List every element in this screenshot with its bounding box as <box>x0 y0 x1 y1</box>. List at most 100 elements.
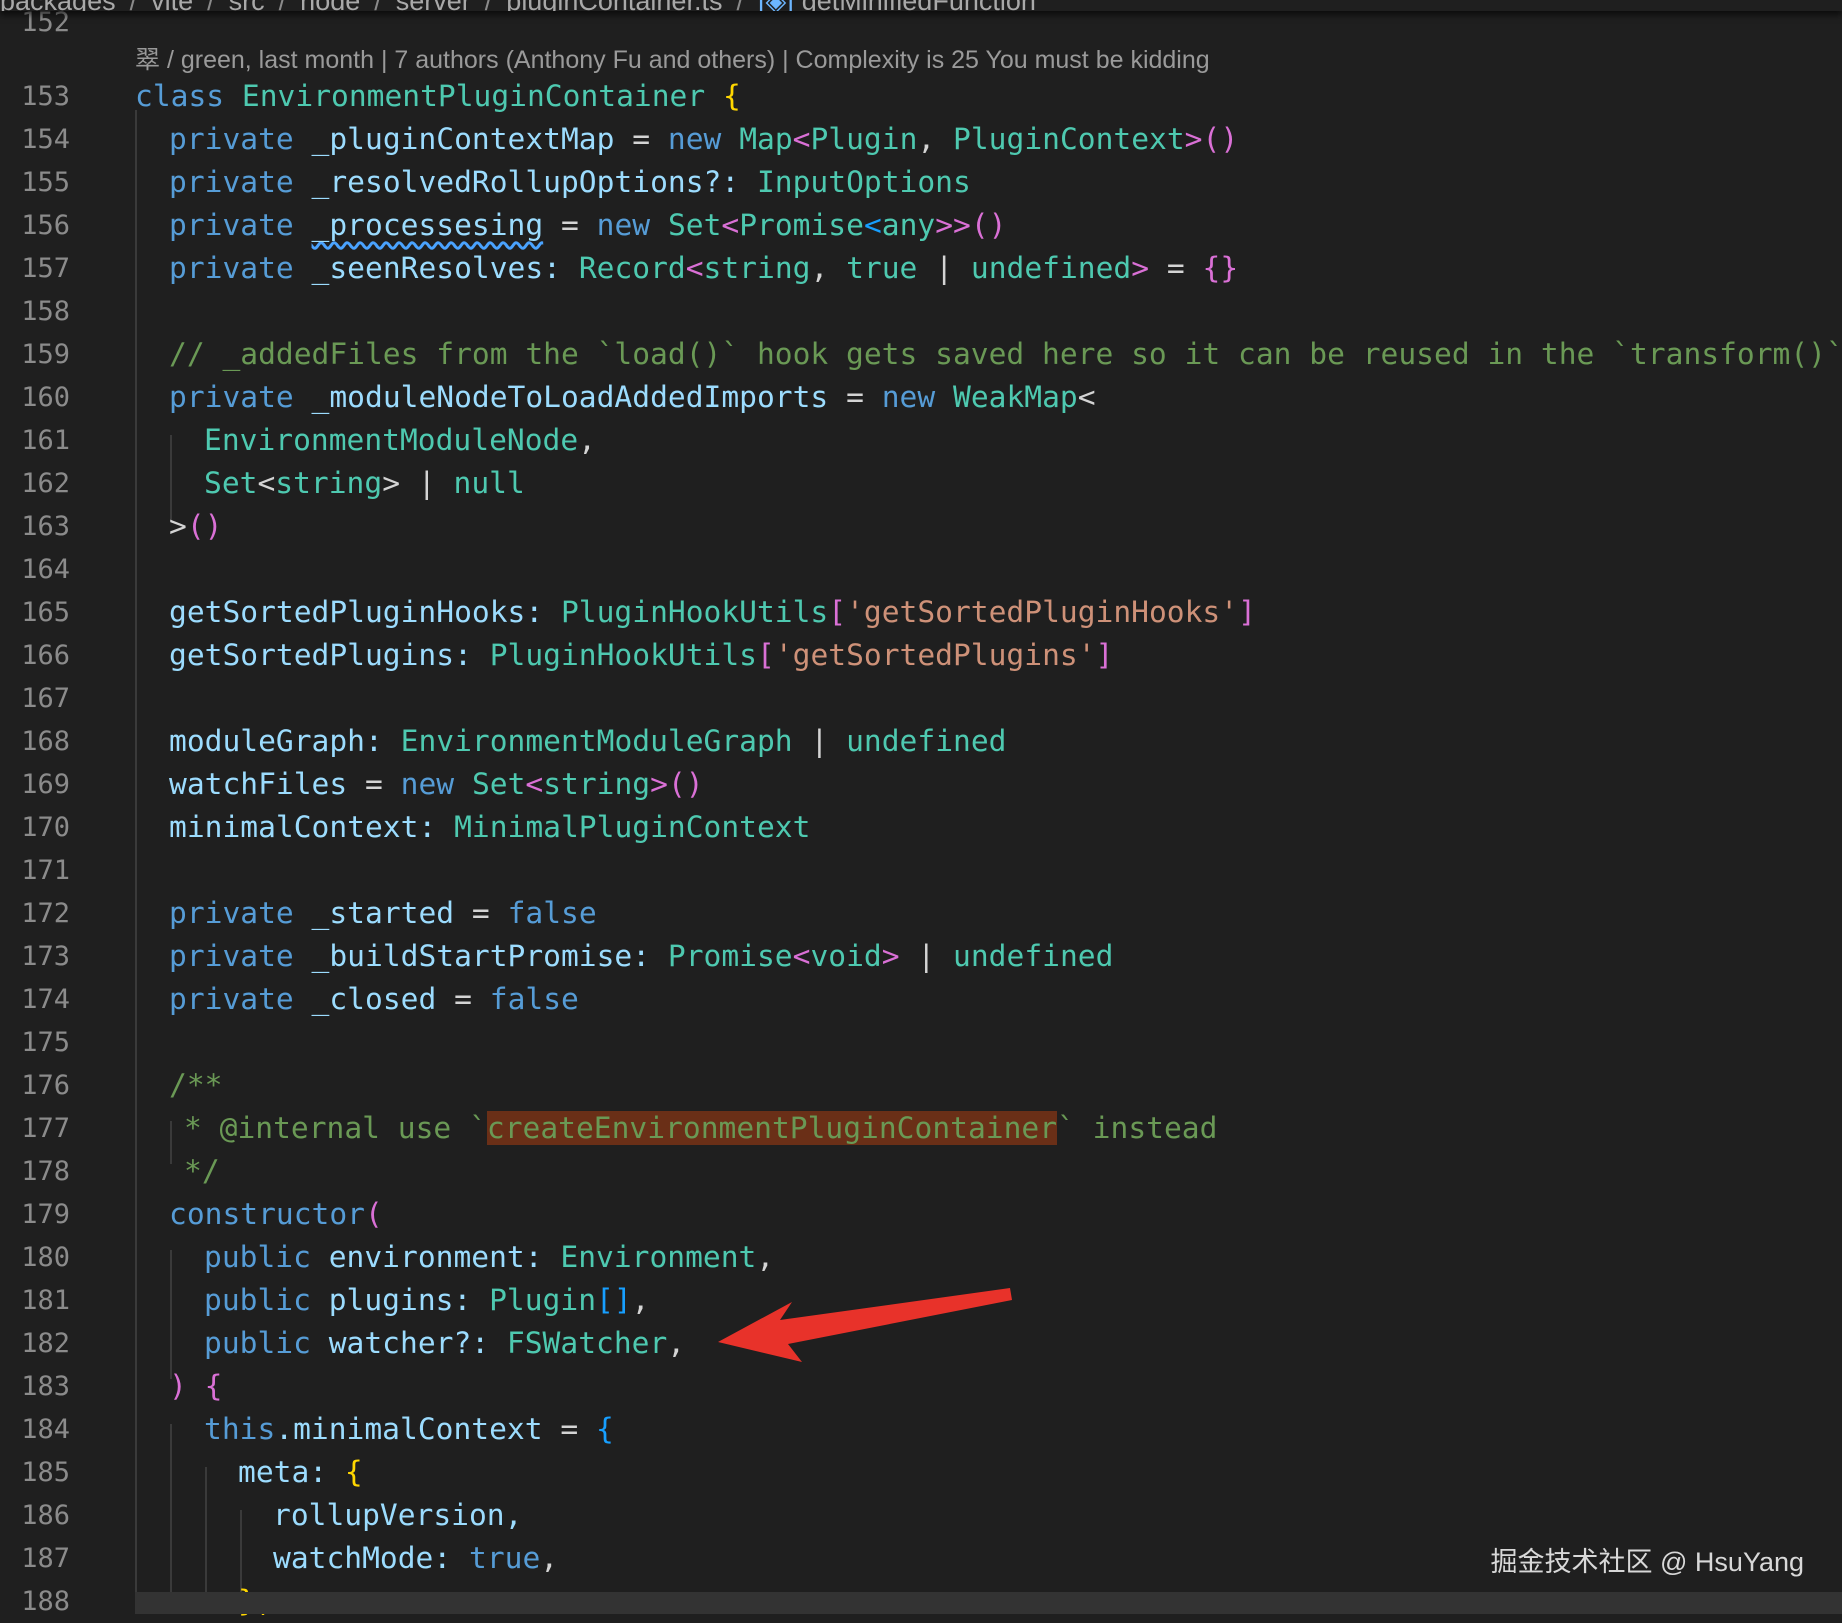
line-number: 186 <box>21 1500 70 1531</box>
line-number: 168 <box>21 726 70 757</box>
code-text[interactable]: watchFiles = new Set<string>() <box>169 763 704 806</box>
line-number: 184 <box>21 1414 70 1445</box>
code-line: 175 <box>0 1021 1842 1064</box>
code-line: 185 meta: { <box>0 1451 1842 1494</box>
code-comment[interactable]: */ <box>184 1150 220 1193</box>
code-line: 155 private _resolvedRollupOptions?: Inp… <box>0 161 1842 204</box>
code-text[interactable]: class EnvironmentPluginContainer { <box>135 75 741 118</box>
line-number: 183 <box>21 1371 70 1402</box>
line-number: 157 <box>21 253 70 284</box>
line-number: 172 <box>21 898 70 929</box>
breadcrumb-item[interactable]: vite <box>151 0 193 11</box>
breadcrumb-item[interactable]: getMinifiedFunction <box>802 0 1036 11</box>
code-text[interactable]: Set<string> | null <box>204 462 525 505</box>
code-text[interactable]: moduleGraph: EnvironmentModuleGraph | un… <box>169 720 1006 763</box>
code-line: 162 Set<string> | null <box>0 462 1842 505</box>
breadcrumb-item[interactable]: src <box>229 0 265 11</box>
line-number: 173 <box>21 941 70 972</box>
line-number: 164 <box>21 554 70 585</box>
code-line: 169 watchFiles = new Set<string>() <box>0 763 1842 806</box>
spelling-squiggle: _processesing <box>311 208 544 242</box>
code-line: 157 private _seenResolves: Record<string… <box>0 247 1842 290</box>
line-number: 155 <box>21 167 70 198</box>
line-number: 181 <box>21 1285 70 1316</box>
line-number: 167 <box>21 683 70 714</box>
code-text[interactable]: public plugins: Plugin[], <box>204 1279 649 1322</box>
code-line: 164 <box>0 548 1842 591</box>
code-line: 168 moduleGraph: EnvironmentModuleGraph … <box>0 720 1842 763</box>
line-number: 158 <box>21 296 70 327</box>
breadcrumb-item[interactable]: server <box>396 0 471 11</box>
line-number: 166 <box>21 640 70 671</box>
code-line: 176 /** <box>0 1064 1842 1107</box>
line-number: 160 <box>21 382 70 413</box>
code-text[interactable]: getSortedPluginHooks: PluginHookUtils['g… <box>169 591 1256 634</box>
code-line: 154 private _pluginContextMap = new Map<… <box>0 118 1842 161</box>
horizontal-scrollbar[interactable] <box>135 1592 1842 1614</box>
breadcrumb-item[interactable]: packages <box>0 0 116 11</box>
code-line: 166 getSortedPlugins: PluginHookUtils['g… <box>0 634 1842 677</box>
code-text[interactable]: this.minimalContext = { <box>204 1408 614 1451</box>
code-text[interactable]: private _resolvedRollupOptions?: InputOp… <box>169 161 971 204</box>
code-text[interactable]: watchMode: true, <box>273 1537 558 1580</box>
code-line: 184 this.minimalContext = { <box>0 1408 1842 1451</box>
code-text[interactable]: private _closed = false <box>169 978 579 1021</box>
code-text[interactable]: rollupVersion, <box>273 1494 522 1537</box>
line-number: 153 <box>21 81 70 112</box>
line-number: 176 <box>21 1070 70 1101</box>
line-number: 171 <box>21 855 70 886</box>
line-number: 180 <box>21 1242 70 1273</box>
code-comment[interactable]: * @internal use `createEnvironmentPlugin… <box>184 1107 1217 1150</box>
line-number: 156 <box>21 210 70 241</box>
code-text[interactable]: ) { <box>169 1365 222 1408</box>
line-number: 161 <box>21 425 70 456</box>
line-number: 162 <box>21 468 70 499</box>
line-number: 165 <box>21 597 70 628</box>
code-line: 178 */ <box>0 1150 1842 1193</box>
code-line: 186 rollupVersion, <box>0 1494 1842 1537</box>
code-text[interactable]: private _pluginContextMap = new Map<Plug… <box>169 118 1238 161</box>
line-number: 178 <box>21 1156 70 1187</box>
function-symbol-icon: [◈] <box>758 0 794 11</box>
code-text[interactable]: public environment: Environment, <box>204 1236 774 1279</box>
code-comment[interactable]: // _addedFiles from the `load()` hook ge… <box>169 333 1842 376</box>
code-text[interactable]: >() <box>169 505 222 548</box>
code-text[interactable]: constructor( <box>169 1193 383 1236</box>
line-number: 170 <box>21 812 70 843</box>
code-line: 171 <box>0 849 1842 892</box>
codelens-blame[interactable]: 翠 / green, last month | 7 authors (Antho… <box>135 40 1210 80</box>
code-text[interactable]: private _started = false <box>169 892 597 935</box>
line-number: 177 <box>21 1113 70 1144</box>
code-text[interactable]: private _buildStartPromise: Promise<void… <box>169 935 1113 978</box>
code-line: 172 private _started = false <box>0 892 1842 935</box>
line-number: 182 <box>21 1328 70 1359</box>
code-text[interactable]: private _seenResolves: Record<string, tr… <box>169 247 1238 290</box>
code-text[interactable]: meta: { <box>238 1451 363 1494</box>
code-text[interactable]: private _moduleNodeToLoadAddedImports = … <box>169 376 1096 419</box>
line-number: 187 <box>21 1543 70 1574</box>
code-text[interactable]: getSortedPlugins: PluginHookUtils['getSo… <box>169 634 1113 677</box>
code-comment[interactable]: /** <box>169 1064 222 1107</box>
red-arrow-annotation <box>718 1288 1012 1362</box>
watermark: 掘金技术社区 @ HsuYang <box>1490 1547 1804 1577</box>
code-text[interactable]: EnvironmentModuleNode, <box>204 419 596 462</box>
code-text[interactable]: private _processesing = new Set<Promise<… <box>169 204 1007 247</box>
line-number: 169 <box>21 769 70 800</box>
breadcrumb-item[interactable]: node <box>300 0 360 11</box>
code-line: 163 >() <box>0 505 1842 548</box>
code-line: 174 private _closed = false <box>0 978 1842 1021</box>
code-line: 158 <box>0 290 1842 333</box>
code-editor[interactable]: 翠 / green, last month | 7 authors (Antho… <box>0 0 1842 1618</box>
line-number: 185 <box>21 1457 70 1488</box>
line-number: 159 <box>21 339 70 370</box>
line-number: 188 <box>21 1586 70 1617</box>
code-text[interactable]: minimalContext: MinimalPluginContext <box>169 806 810 849</box>
code-line: 159 // _addedFiles from the `load()` hoo… <box>0 333 1842 376</box>
line-number: 179 <box>21 1199 70 1230</box>
code-text[interactable]: public watcher?: FSWatcher, <box>204 1322 685 1365</box>
code-line: 179 constructor( <box>0 1193 1842 1236</box>
breadcrumb-item[interactable]: pluginContainer.ts <box>506 0 722 11</box>
line-number: 174 <box>21 984 70 1015</box>
line-number: 175 <box>21 1027 70 1058</box>
code-line: 170 minimalContext: MinimalPluginContext <box>0 806 1842 849</box>
